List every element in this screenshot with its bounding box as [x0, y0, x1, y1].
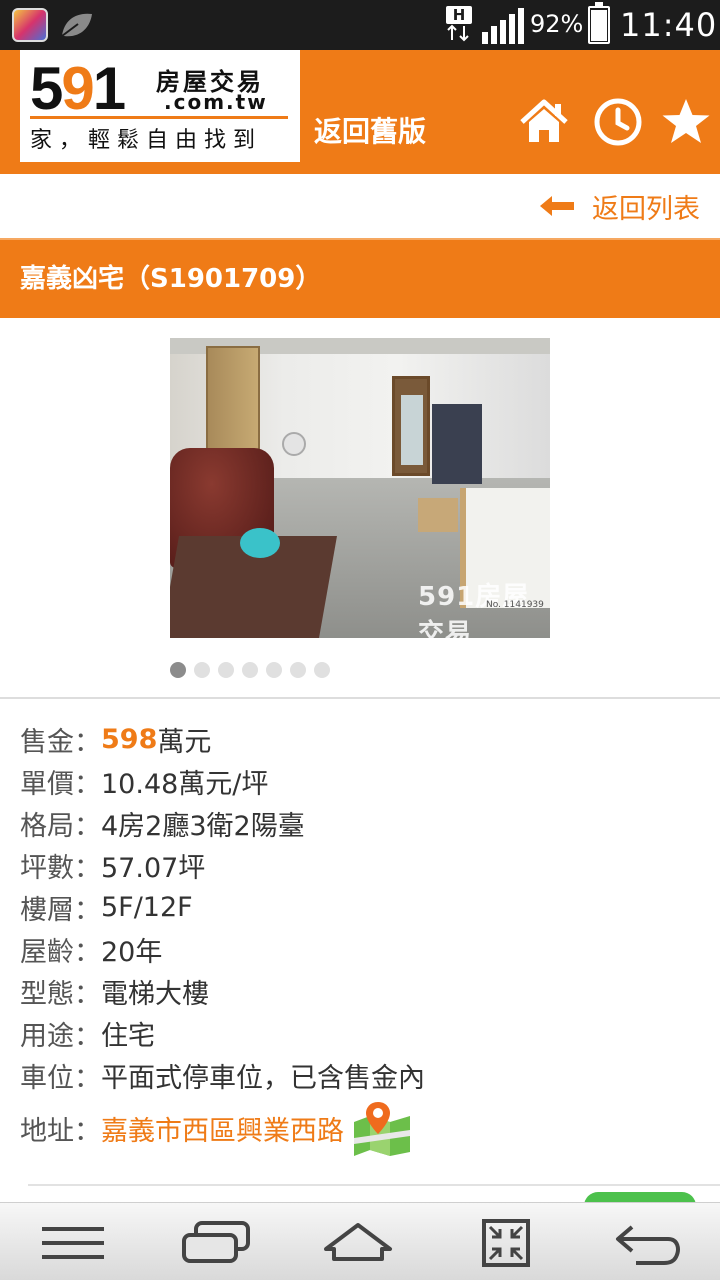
- signal-icon: [482, 8, 524, 44]
- battery-icon: [588, 2, 610, 44]
- home-icon[interactable]: [518, 96, 570, 148]
- type-label: 型態：: [20, 978, 101, 1010]
- history-clock-icon[interactable]: [592, 96, 644, 148]
- listing-details: 售金： 598 萬元 單價： 10.48萬元/坪 格局： 4房2廳3衛2陽臺 坪…: [20, 718, 425, 1158]
- logo-number: 591: [30, 55, 126, 122]
- parking-value: 平面式停車位，已含售金內: [101, 1062, 425, 1094]
- address-label: 地址：: [20, 1115, 101, 1147]
- menu-icon[interactable]: [38, 1219, 110, 1267]
- usage-label: 用途：: [20, 1020, 101, 1052]
- shrink-icon[interactable]: [470, 1219, 542, 1267]
- back-old-version-link[interactable]: 返回舊版: [314, 110, 426, 150]
- unit-price-row: 單價： 10.48萬元/坪: [20, 760, 425, 802]
- layout-value: 4房2廳3衛2陽臺: [101, 810, 305, 842]
- back-to-list-label: 返回列表: [592, 193, 700, 225]
- logo-domain: .com.tw: [164, 90, 268, 114]
- unit-price-value: 10.48萬元/坪: [101, 768, 269, 800]
- price-unit: 萬元: [157, 726, 212, 758]
- age-row: 屋齡： 20年: [20, 928, 425, 970]
- map-pin-icon[interactable]: [350, 1100, 414, 1156]
- photo-watermark-id: No. 1141939: [486, 600, 544, 610]
- pager-dot[interactable]: [218, 662, 234, 678]
- status-bar: H 92% 11:40: [0, 0, 720, 50]
- usage-value: 住宅: [101, 1020, 155, 1052]
- unit-price-label: 單價：: [20, 768, 101, 800]
- arrow-left-icon: [540, 196, 574, 216]
- leaf-icon: [61, 13, 92, 37]
- battery-percent: 92%: [530, 10, 584, 38]
- clock: 11:40: [620, 6, 718, 44]
- address-row: 地址： 嘉義市西區興業西路: [20, 1098, 425, 1158]
- network-type-icon: H: [446, 6, 476, 46]
- area-row: 坪數： 57.07坪: [20, 844, 425, 886]
- floor-label: 樓層：: [20, 894, 101, 926]
- notification-app-icon: [12, 8, 48, 42]
- site-logo[interactable]: 591 房屋交易 .com.tw 家，輕鬆自由找到: [20, 50, 300, 162]
- area-value: 57.07坪: [101, 852, 206, 884]
- parking-label: 車位：: [20, 1062, 101, 1094]
- parking-row: 車位： 平面式停車位，已含售金內: [20, 1054, 425, 1096]
- home-icon[interactable]: [322, 1219, 394, 1267]
- age-label: 屋齡：: [20, 936, 101, 968]
- layout-label: 格局：: [20, 810, 101, 842]
- address-link[interactable]: 嘉義市西區興業西路: [101, 1109, 344, 1148]
- age-value: 20年: [101, 936, 163, 968]
- pager-dot[interactable]: [266, 662, 282, 678]
- pager-dot[interactable]: [314, 662, 330, 678]
- back-to-list-link[interactable]: 返回列表: [540, 186, 700, 226]
- price-row: 售金： 598 萬元: [20, 718, 425, 760]
- divider: [0, 697, 720, 699]
- floor-value: 5F/12F: [101, 891, 193, 923]
- pager-dot[interactable]: [242, 662, 258, 678]
- pager-dot[interactable]: [290, 662, 306, 678]
- price-value: 598: [101, 723, 158, 755]
- favorite-star-icon[interactable]: [660, 96, 712, 148]
- layout-row: 格局： 4房2廳3衛2陽臺: [20, 802, 425, 844]
- usage-row: 用途： 住宅: [20, 1012, 425, 1054]
- type-row: 型態： 電梯大樓: [20, 970, 425, 1012]
- back-icon[interactable]: [612, 1219, 684, 1267]
- site-header: 591 房屋交易 .com.tw 家，輕鬆自由找到 返回舊版: [0, 50, 720, 174]
- system-nav-bar: [0, 1202, 720, 1280]
- photo-pager[interactable]: [170, 662, 338, 678]
- listing-title-bar: 嘉義凶宅（S1901709）: [0, 238, 720, 318]
- floor-row: 樓層： 5F/12F: [20, 886, 425, 928]
- recent-apps-icon[interactable]: [180, 1219, 252, 1267]
- type-value: 電梯大樓: [101, 978, 209, 1010]
- logo-slogan: 家，輕鬆自由找到: [30, 128, 263, 153]
- logo-underline: [30, 116, 288, 119]
- listing-photo[interactable]: 591房屋交易 No. 1141939: [170, 338, 550, 638]
- area-label: 坪數：: [20, 852, 101, 884]
- price-label: 售金：: [20, 726, 101, 758]
- pager-dot[interactable]: [194, 662, 210, 678]
- listing-title: 嘉義凶宅（S1901709）: [20, 264, 322, 294]
- pager-dot[interactable]: [170, 662, 186, 678]
